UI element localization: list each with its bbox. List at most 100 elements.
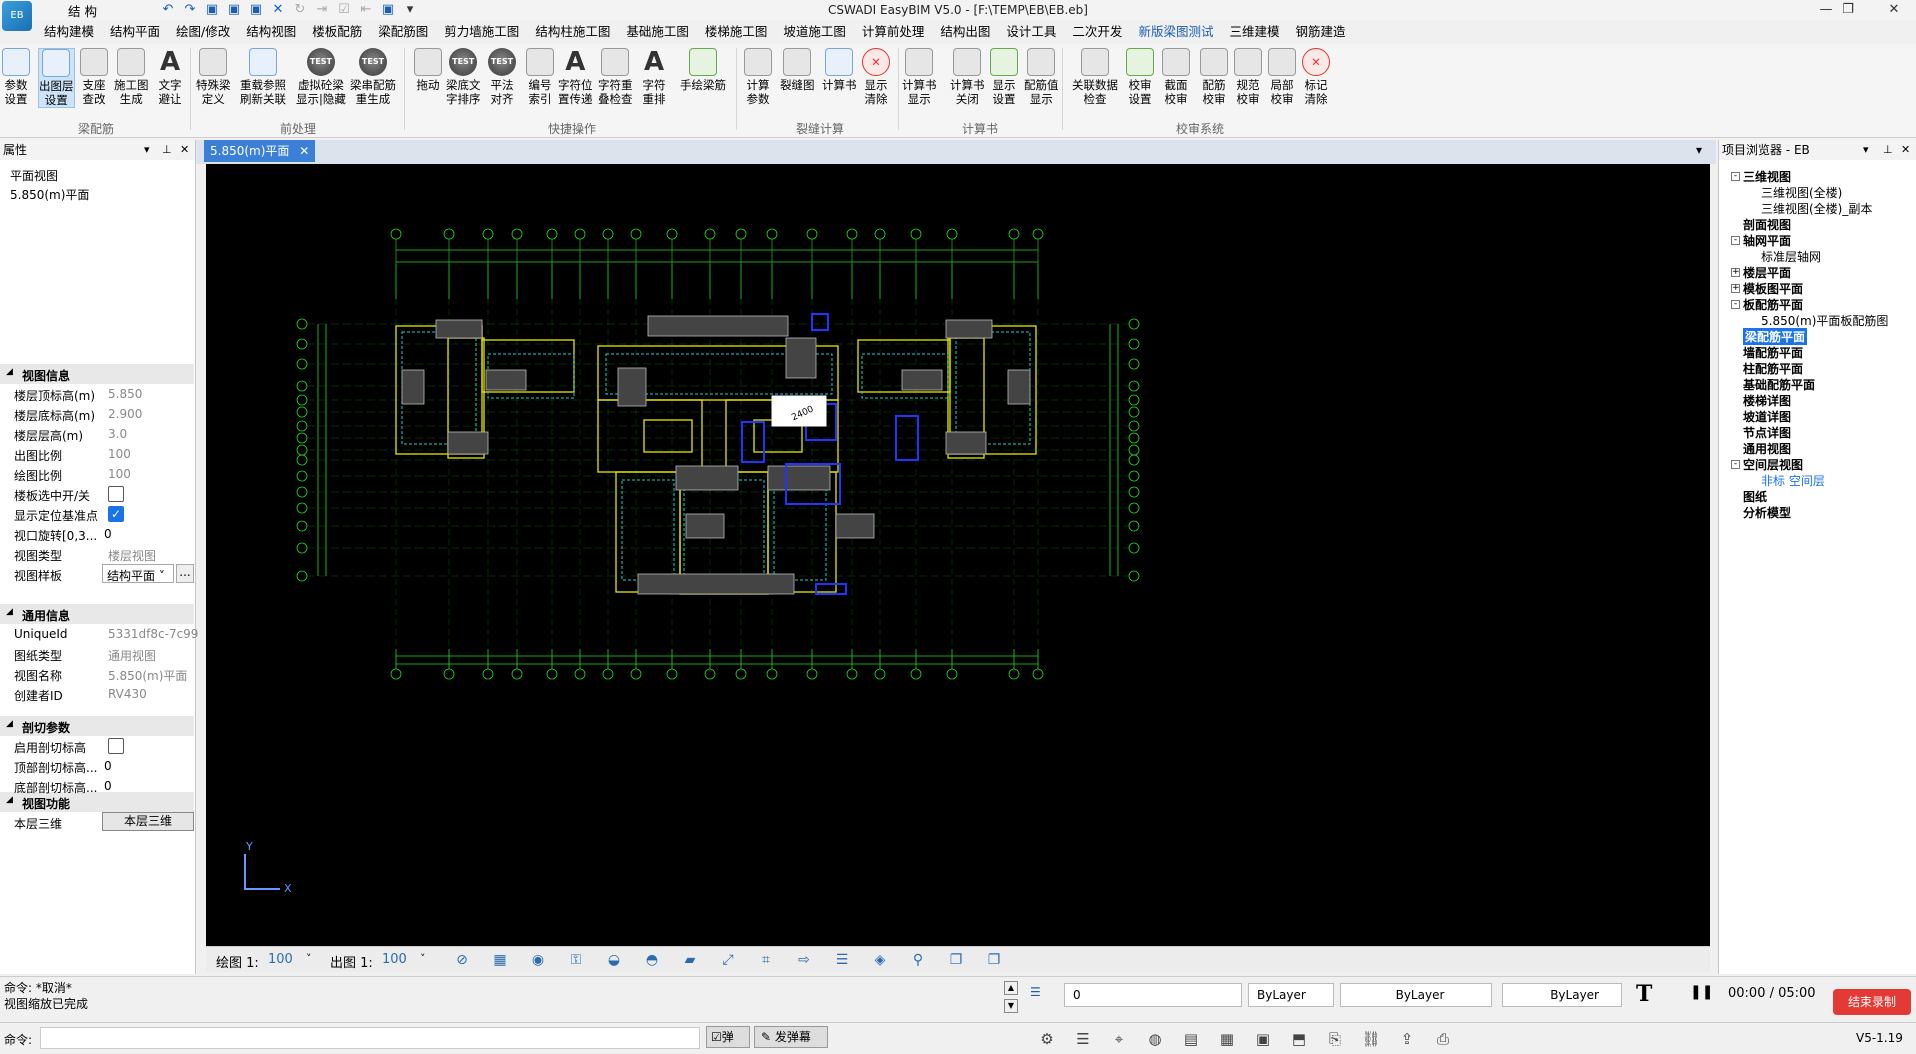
tree-node[interactable]: 三维视图(全楼)_副本 xyxy=(1761,200,1872,217)
view-tool-icon-5[interactable]: ◓ xyxy=(642,951,662,969)
menu-7[interactable]: 结构柱施工图 xyxy=(527,21,618,43)
property-value[interactable]: 通用视图 xyxy=(108,647,156,664)
tree-node[interactable]: 轴网平面 xyxy=(1743,232,1791,249)
ribbon-button-4[interactable]: A 文字 避让 xyxy=(156,48,184,106)
ribbon-button-25[interactable]: 关联数据 检查 xyxy=(1072,48,1118,106)
property-value[interactable]: 0 xyxy=(104,779,112,793)
menu-12[interactable]: 结构出图 xyxy=(932,21,998,43)
status-tool-icon-5[interactable]: ▦ xyxy=(1214,1027,1240,1051)
ribbon-button-11[interactable]: TEST 平法 对齐 xyxy=(488,48,516,106)
ribbon-button-0[interactable]: 参数 设置 xyxy=(2,48,30,106)
view-tool-icon-3[interactable]: ⚿ xyxy=(566,951,586,969)
status-tool-icon-1[interactable]: ☰ xyxy=(1070,1027,1096,1051)
out-scale-dropdown-icon[interactable]: ˅ xyxy=(420,952,426,965)
tree-node[interactable]: 梁配筋平面 xyxy=(1743,328,1808,345)
view-tool-icon-9[interactable]: ⇨ xyxy=(794,951,814,969)
ribbon-button-5[interactable]: 特殊梁 定义 xyxy=(196,48,231,106)
tree-expand-icon[interactable]: + xyxy=(1731,268,1740,277)
ribbon-button-23[interactable]: 显示 设置 xyxy=(990,48,1018,106)
view-tool-icon-2[interactable]: ◉ xyxy=(528,951,548,969)
ribbon-button-27[interactable]: 截面 校审 xyxy=(1162,48,1190,106)
view-tool-icon-13[interactable]: ❐ xyxy=(946,951,966,969)
text-style-icon[interactable]: T xyxy=(1636,981,1652,1007)
tree-node[interactable]: 标准层轴网 xyxy=(1761,248,1821,265)
tree-node[interactable]: 基础配筋平面 xyxy=(1743,376,1815,393)
tree-node[interactable]: 三维视图 xyxy=(1743,168,1791,185)
tree-node[interactable]: 模板图平面 xyxy=(1743,280,1803,297)
tree-expand-icon[interactable]: - xyxy=(1731,172,1740,181)
tab-5850-plan[interactable]: 5.850(m)平面 ✕ xyxy=(204,140,316,162)
status-tool-icon-10[interactable]: ⇪ xyxy=(1394,1027,1420,1051)
menu-17[interactable]: 钢筋建造 xyxy=(1287,21,1353,43)
tree-node[interactable]: 三维视图(全楼) xyxy=(1761,184,1842,201)
section-section_params[interactable]: ◢ 剖切参数 xyxy=(0,716,194,736)
ribbon-button-29[interactable]: 规范 校审 xyxy=(1234,48,1262,106)
section-view_info[interactable]: ◢ 视图信息 xyxy=(0,364,194,384)
menu-14[interactable]: 二次开发 xyxy=(1064,21,1130,43)
close-button[interactable]: ✕ xyxy=(1872,0,1916,20)
status-tool-icon-8[interactable]: ⎘ xyxy=(1322,1027,1348,1051)
ribbon-button-1[interactable]: 出图层 设置 xyxy=(38,48,75,108)
property-value[interactable]: 2.900 xyxy=(108,407,142,421)
floor-3d-button[interactable]: 本层三维 xyxy=(102,812,194,831)
collapse-icon[interactable]: ◢ xyxy=(6,367,13,377)
property-value[interactable]: 5.850 xyxy=(108,387,142,401)
status-tool-icon-2[interactable]: ⌖ xyxy=(1106,1027,1132,1051)
status-tool-icon-9[interactable]: ⛓ xyxy=(1358,1027,1384,1051)
menu-6[interactable]: 剪力墙施工图 xyxy=(436,21,527,43)
restore-button[interactable]: ❐ xyxy=(1826,0,1870,20)
ribbon-button-28[interactable]: 配筋 校审 xyxy=(1200,48,1228,106)
tree-expand-icon[interactable]: - xyxy=(1731,460,1740,469)
property-value[interactable]: 5331df8c-7c99 xyxy=(108,627,198,641)
out-scale-select[interactable]: 100 xyxy=(382,952,407,967)
menu-8[interactable]: 基础施工图 xyxy=(618,21,697,43)
property-value[interactable]: 100 xyxy=(108,447,131,461)
tree-expand-icon[interactable]: + xyxy=(1731,284,1740,293)
property-checkbox[interactable] xyxy=(108,738,124,754)
ribbon-button-13[interactable]: A 字符位 置传递 xyxy=(558,48,593,106)
tab-close-icon[interactable]: ✕ xyxy=(299,144,309,158)
tree-node[interactable]: 剖面视图 xyxy=(1743,216,1791,233)
view-template-more-button[interactable]: ... xyxy=(176,564,194,583)
status-tool-icon-0[interactable]: ⚙ xyxy=(1034,1027,1060,1051)
property-value[interactable]: 0 xyxy=(104,759,112,773)
tree-node[interactable]: 图纸 xyxy=(1743,488,1767,505)
ribbon-button-8[interactable]: TEST 梁串配筋 重生成 xyxy=(350,48,396,106)
view-tool-icon-14[interactable]: ❐ xyxy=(984,951,1004,969)
view-tool-icon-0[interactable]: ⊘ xyxy=(452,951,472,969)
tree-node[interactable]: 分析模型 xyxy=(1743,504,1791,521)
tree-node[interactable]: 柱配筋平面 xyxy=(1743,360,1803,377)
tree-node[interactable]: 节点详图 xyxy=(1743,424,1791,441)
property-value[interactable]: 5.850(m)平面 xyxy=(108,667,187,684)
menu-5[interactable]: 梁配筋图 xyxy=(370,21,436,43)
view-tool-icon-6[interactable]: ▰ xyxy=(680,951,700,969)
status-tool-icon-11[interactable]: ⎙ xyxy=(1430,1027,1456,1051)
ribbon-button-9[interactable]: 拖动 xyxy=(414,48,442,92)
status-tool-icon-6[interactable]: ▣ xyxy=(1250,1027,1276,1051)
tree-node[interactable]: 楼层平面 xyxy=(1743,264,1791,281)
ribbon-button-10[interactable]: TEST 梁底文 字排序 xyxy=(446,48,481,106)
tree-node[interactable]: 通用视图 xyxy=(1743,440,1791,457)
send-danmu-button[interactable]: ✎ 发弹幕 xyxy=(754,1026,828,1048)
ribbon-button-20[interactable]: ✕ 显示 清除 xyxy=(862,48,890,106)
menu-9[interactable]: 楼梯施工图 xyxy=(697,21,776,43)
pause-record-icon[interactable]: ❚❚ xyxy=(1690,984,1713,1000)
status-tool-icon-4[interactable]: ▤ xyxy=(1178,1027,1204,1051)
tree-node[interactable]: 坡道详图 xyxy=(1743,408,1791,425)
status-tool-icon-3[interactable]: ◍ xyxy=(1142,1027,1168,1051)
view-tool-icon-7[interactable]: ⤢ xyxy=(718,951,738,969)
tree-expand-icon[interactable]: - xyxy=(1731,236,1740,245)
menu-16[interactable]: 三维建模 xyxy=(1221,21,1287,43)
status-tool-icon-7[interactable]: ⬒ xyxy=(1286,1027,1312,1051)
lineweight-select[interactable]: ByLayer xyxy=(1502,983,1622,1007)
ribbon-button-21[interactable]: 计算书 显示 xyxy=(902,48,937,106)
ribbon-button-18[interactable]: 裂缝图 xyxy=(780,48,815,92)
ribbon-button-26[interactable]: 校审 设置 xyxy=(1126,48,1154,106)
collapse-icon[interactable]: ◢ xyxy=(6,795,13,805)
property-value[interactable]: 0 xyxy=(104,527,112,541)
tree-node[interactable]: 5.850(m)平面板配筋图 xyxy=(1761,312,1888,329)
property-value[interactable]: 3.0 xyxy=(108,427,127,441)
view-template-select[interactable]: 结构平面 ˅ xyxy=(102,564,174,583)
ribbon-button-3[interactable]: 施工图 生成 xyxy=(114,48,149,106)
tree-node[interactable]: 板配筋平面 xyxy=(1743,296,1803,313)
